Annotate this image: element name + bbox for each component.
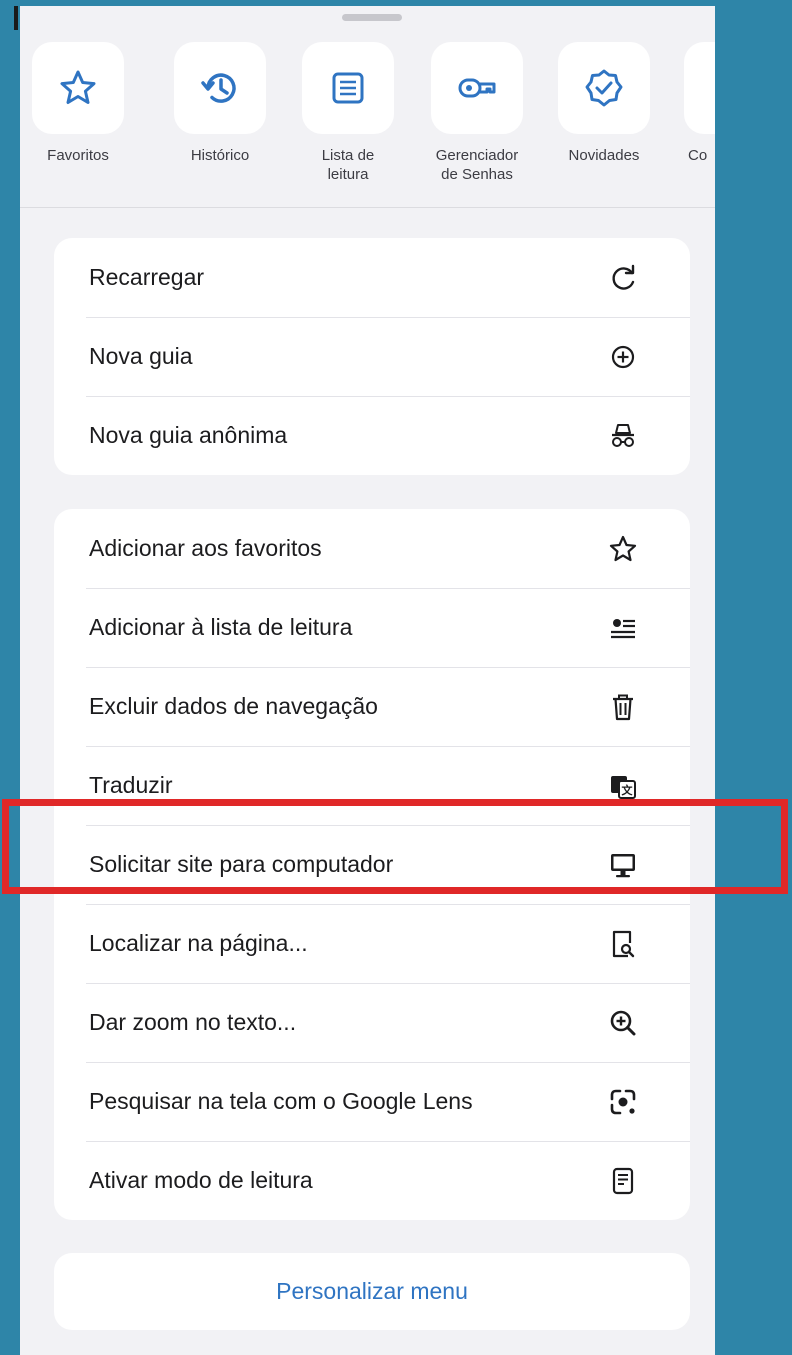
shortcut-label: Co: [688, 147, 708, 164]
window-edge: [14, 6, 18, 30]
reader-mode-icon: [612, 1167, 634, 1195]
shortcut-gerenciador-de-senhas[interactable]: Gerenciador de Senhas: [419, 42, 535, 184]
menu-item-label: Adicionar aos favoritos: [89, 535, 322, 561]
menu-item-localizar-na-pagina[interactable]: Localizar na página...: [54, 904, 690, 983]
menu-item-label: Recarregar: [89, 264, 205, 290]
menu-item-label: Excluir dados de navegação: [89, 693, 378, 719]
menu-item-dar-zoom-no-texto[interactable]: Dar zoom no texto...: [54, 983, 690, 1062]
shortcut-label: Lista de leitura: [321, 147, 375, 183]
shortcut-tile[interactable]: [174, 42, 266, 134]
highlight-box: [2, 799, 788, 894]
shortcut-label: Novidades: [568, 147, 640, 164]
menu-item-label: Nova guia anônima: [89, 422, 288, 448]
reading-list-icon: [332, 72, 364, 104]
star-icon: [60, 70, 96, 104]
shortcut-lista-de-leitura[interactable]: Lista de leitura: [290, 42, 406, 184]
badge-check-icon: [585, 69, 623, 107]
shortcut-label: Histórico: [190, 147, 250, 164]
menu-item-adicionar-lista-leitura[interactable]: Adicionar à lista de leitura: [54, 588, 690, 667]
shortcut-favoritos[interactable]: Favoritos: [20, 42, 136, 165]
menu-item-modo-de-leitura[interactable]: Ativar modo de leitura: [54, 1141, 690, 1220]
shortcuts-divider: [20, 207, 715, 208]
menu-item-nova-guia[interactable]: Nova guia: [54, 317, 690, 396]
shortcut-tile[interactable]: [684, 42, 715, 134]
shortcut-label: Gerenciador de Senhas: [435, 147, 519, 183]
menu-item-google-lens[interactable]: Pesquisar na tela com o Google Lens: [54, 1062, 690, 1141]
key-icon: [458, 78, 496, 98]
menu-item-label: Localizar na página...: [89, 930, 308, 956]
svg-text:文: 文: [622, 783, 634, 797]
personalize-menu-button[interactable]: Personalizar menu: [54, 1253, 690, 1330]
star-icon: [609, 535, 637, 562]
shortcut-novidades[interactable]: Novidades: [546, 42, 662, 165]
menu-item-recarregar[interactable]: Recarregar: [54, 238, 690, 317]
add-reading-list-icon: [611, 619, 635, 639]
shortcut-tile[interactable]: [32, 42, 124, 134]
shortcut-historico[interactable]: Histórico: [162, 42, 278, 165]
history-icon: [201, 73, 236, 103]
menu-group-1: Recarregar Nova guia Nova guia anônima: [54, 238, 690, 475]
menu-item-label: Dar zoom no texto...: [89, 1009, 297, 1035]
menu-item-excluir-dados[interactable]: Excluir dados de navegação: [54, 667, 690, 746]
find-in-page-icon: [612, 930, 635, 958]
menu-item-label: Adicionar à lista de leitura: [89, 614, 353, 640]
menu-item-nova-guia-anonima[interactable]: Nova guia anônima: [54, 396, 690, 475]
settings-icon: [710, 68, 715, 108]
menu-item-adicionar-aos-favoritos[interactable]: Adicionar aos favoritos: [54, 509, 690, 588]
incognito-icon: [612, 424, 634, 447]
shortcut-label: Favoritos: [47, 147, 109, 164]
shortcut-tile[interactable]: [431, 42, 523, 134]
translate-icon: 文: [611, 776, 636, 799]
lens-icon: [610, 1089, 636, 1115]
reload-icon: [612, 264, 635, 290]
menu-sheet: Favoritos Histórico Lista de leitura Ger…: [20, 6, 715, 1355]
trash-icon: [613, 694, 633, 721]
sheet-grabber[interactable]: [342, 14, 402, 21]
plus-circle-icon: [611, 345, 635, 369]
menu-item-label: Pesquisar na tela com o Google Lens: [89, 1088, 473, 1114]
shortcut-tile[interactable]: [558, 42, 650, 134]
shortcut-tile[interactable]: [302, 42, 394, 134]
menu-item-label: Nova guia: [89, 343, 193, 369]
zoom-in-icon: [610, 1010, 636, 1036]
menu-item-label: Ativar modo de leitura: [89, 1167, 313, 1193]
shortcut-partial[interactable]: Co: [674, 42, 715, 165]
